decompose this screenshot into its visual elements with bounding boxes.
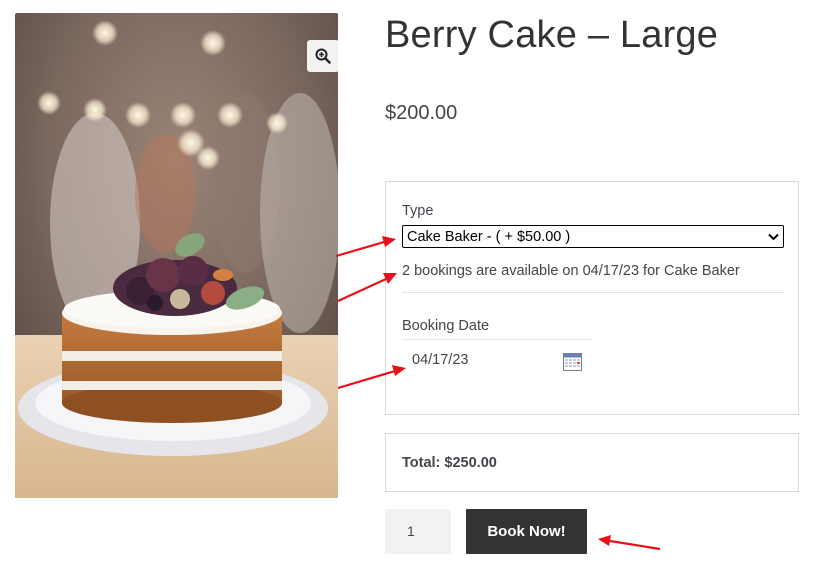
booking-date-value: 04/17/23 — [412, 352, 469, 368]
book-now-button[interactable]: Book Now! — [466, 509, 587, 554]
zoom-button[interactable] — [307, 40, 338, 72]
booking-form: Type Cake Baker - ( + $50.00 ) 2 booking… — [385, 181, 799, 415]
booking-date-label: Booking Date — [402, 318, 490, 334]
arrow-to-availability — [337, 278, 387, 302]
type-label: Type — [402, 203, 434, 219]
total-box: Total: $250.00 — [385, 433, 799, 492]
cake-photo — [15, 13, 338, 498]
arrow-to-type-select — [335, 240, 385, 258]
calendar-icon[interactable] — [563, 352, 582, 371]
zoom-in-icon — [315, 48, 331, 64]
booking-total: Total: $250.00 — [402, 455, 497, 471]
quantity-input[interactable]: 1 — [385, 509, 451, 554]
product-price: $200.00 — [385, 102, 458, 124]
divider — [402, 292, 784, 293]
availability-message: 2 bookings are available on 04/17/23 for… — [402, 263, 740, 279]
arrow-to-book-button — [609, 539, 661, 551]
product-title: Berry Cake – Large — [385, 14, 719, 56]
booking-date-field[interactable]: 04/17/23 — [402, 339, 593, 383]
product-image[interactable] — [15, 13, 338, 498]
chevron-down-icon — [768, 233, 779, 240]
type-select[interactable]: Cake Baker - ( + $50.00 ) — [402, 225, 784, 248]
type-selected-value: Cake Baker - ( + $50.00 ) — [407, 228, 571, 245]
